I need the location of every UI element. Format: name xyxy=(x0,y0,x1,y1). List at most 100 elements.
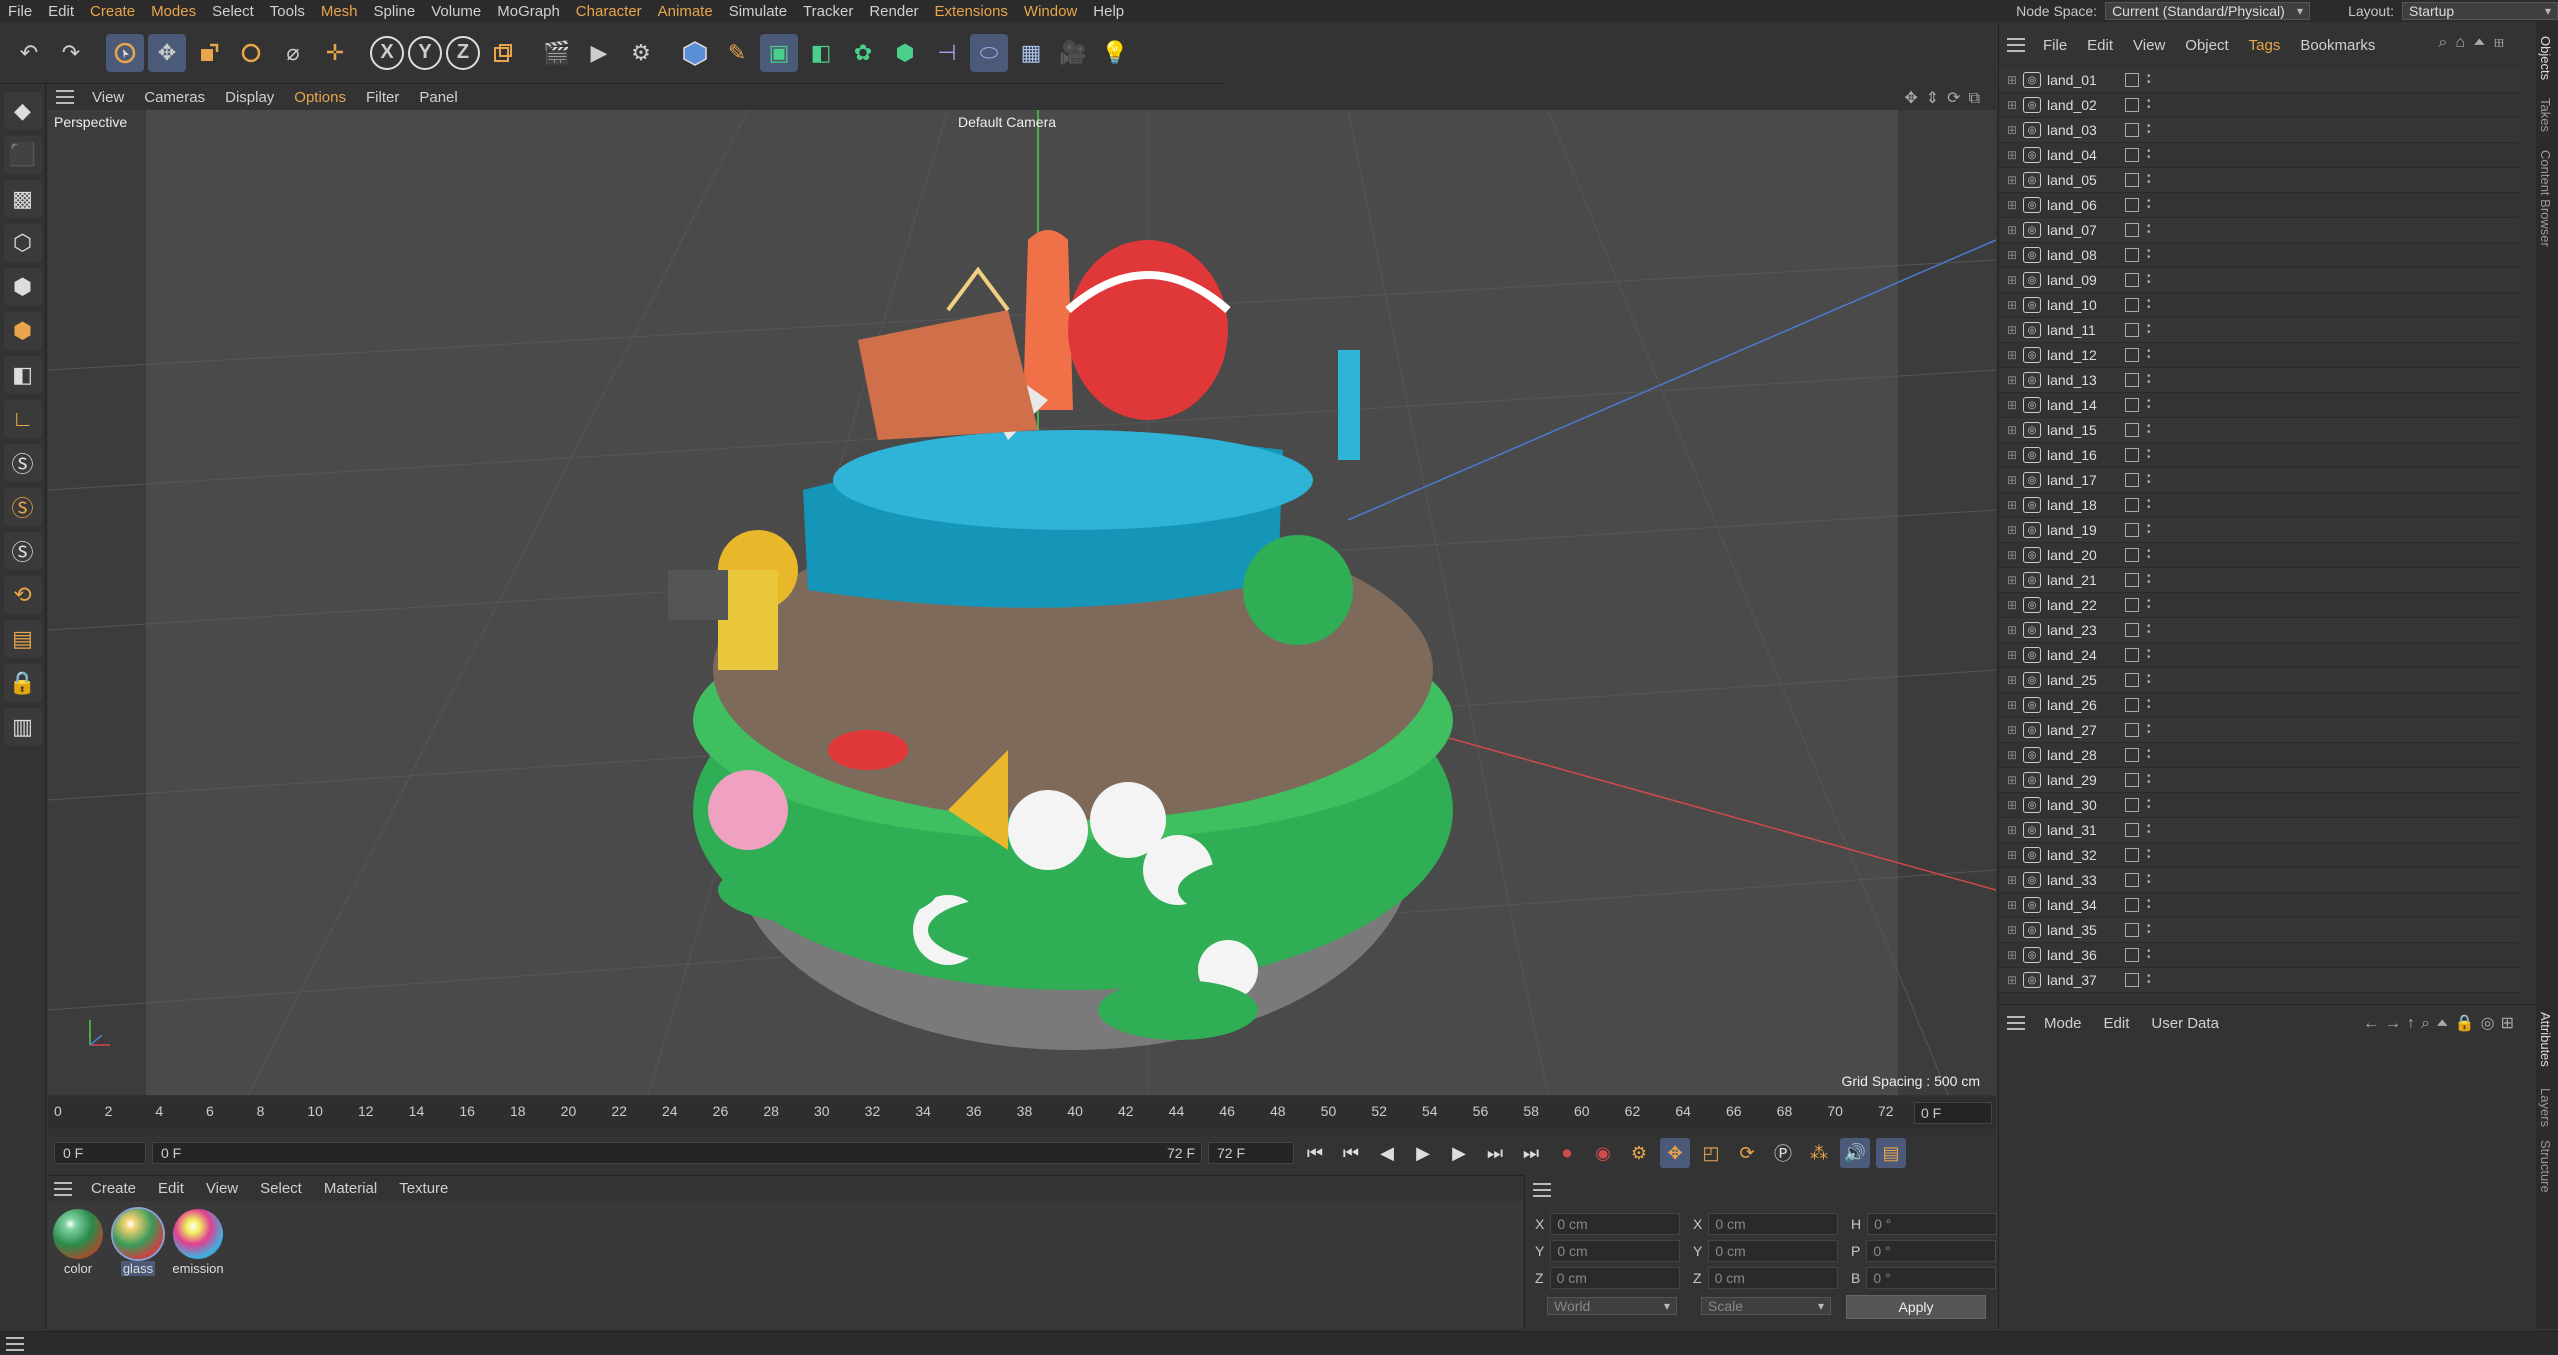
object-menu-tags[interactable]: Tags xyxy=(2241,37,2289,54)
material-emission[interactable]: emission xyxy=(170,1209,226,1276)
z-axis-lock-icon[interactable]: Z xyxy=(446,35,480,70)
object-row[interactable]: ⊞ ◎ land_21 • • xyxy=(1999,568,2519,593)
visibility-checkbox-icon[interactable] xyxy=(2125,648,2139,662)
object-row[interactable]: ⊞ ◎ land_04 • • xyxy=(1999,143,2519,168)
visibility-dots-icon[interactable]: • • xyxy=(2147,872,2153,888)
go-to-end-icon[interactable]: ⏭ xyxy=(1516,1138,1546,1168)
object-menu-view[interactable]: View xyxy=(2125,37,2173,54)
object-row[interactable]: ⊞ ◎ land_31 • • xyxy=(1999,818,2519,843)
menu-mograph[interactable]: MoGraph xyxy=(489,3,568,20)
object-name[interactable]: land_26 xyxy=(2047,697,2111,713)
menu-create[interactable]: Create xyxy=(82,3,143,20)
object-row[interactable]: ⊞ ◎ land_32 • • xyxy=(1999,843,2519,868)
visibility-dots-icon[interactable]: • • xyxy=(2147,672,2153,688)
record-icon[interactable]: ⏺ xyxy=(1552,1138,1582,1168)
object-name[interactable]: land_01 xyxy=(2047,72,2111,88)
object-name[interactable]: land_19 xyxy=(2047,522,2111,538)
viewport-menu-options[interactable]: Options xyxy=(286,89,354,106)
render-picture-viewer-icon[interactable]: ▶ xyxy=(580,34,618,72)
expand-icon[interactable]: ⊞ xyxy=(2007,598,2019,612)
attribute-nav-icons[interactable]: ←→↑⌕⏶🔒◎⊞ xyxy=(2363,1013,2520,1033)
texture-mode-icon[interactable]: ▩ xyxy=(3,180,42,218)
visibility-dots-icon[interactable]: • • xyxy=(2147,222,2153,238)
visibility-dots-icon[interactable]: • • xyxy=(2147,197,2153,213)
end-frame-field[interactable]: 72 F xyxy=(1208,1142,1294,1164)
coordinate-system-icon[interactable] xyxy=(484,34,522,72)
expand-icon[interactable]: ⊞ xyxy=(2007,448,2019,462)
object-name[interactable]: land_20 xyxy=(2047,547,2111,563)
object-row[interactable]: ⊞ ◎ land_26 • • xyxy=(1999,693,2519,718)
object-row[interactable]: ⊞ ◎ land_16 • • xyxy=(1999,443,2519,468)
keyframe-selection-icon[interactable]: ⚙ xyxy=(1624,1138,1654,1168)
visibility-checkbox-icon[interactable] xyxy=(2125,798,2139,812)
expand-icon[interactable]: ⊞ xyxy=(2007,273,2019,287)
object-row[interactable]: ⊞ ◎ land_11 • • xyxy=(1999,318,2519,343)
go-to-start-icon[interactable]: ⏮ xyxy=(1300,1138,1330,1168)
visibility-checkbox-icon[interactable] xyxy=(2125,73,2139,87)
status-menu-icon[interactable] xyxy=(6,1337,24,1351)
object-row[interactable]: ⊞ ◎ land_37 • • xyxy=(1999,968,2519,993)
visibility-dots-icon[interactable]: • • xyxy=(2147,497,2153,513)
object-name[interactable]: land_25 xyxy=(2047,672,2111,688)
visibility-checkbox-icon[interactable] xyxy=(2125,623,2139,637)
coord-size-x-field[interactable]: 0 cm xyxy=(1708,1213,1839,1235)
menu-window[interactable]: Window xyxy=(1016,3,1085,20)
menu-spline[interactable]: Spline xyxy=(366,3,424,20)
planar-workplane-icon[interactable]: ▥ xyxy=(3,708,42,746)
live-selection-icon[interactable] xyxy=(106,33,144,72)
object-row[interactable]: ⊞ ◎ land_14 • • xyxy=(1999,393,2519,418)
layout-dropdown[interactable]: Startup xyxy=(2402,2,2558,20)
object-row[interactable]: ⊞ ◎ land_27 • • xyxy=(1999,718,2519,743)
expand-icon[interactable]: ⊞ xyxy=(2007,798,2019,812)
viewport-menu-display[interactable]: Display xyxy=(217,89,282,106)
visibility-checkbox-icon[interactable] xyxy=(2125,398,2139,412)
lock-workplane-icon[interactable]: 🔒 xyxy=(3,664,42,702)
axis-mode-icon[interactable]: ∟ xyxy=(3,400,42,438)
rotate-icon[interactable] xyxy=(232,34,270,72)
material-menu-create[interactable]: Create xyxy=(82,1180,145,1197)
expand-icon[interactable]: ⊞ xyxy=(2007,298,2019,312)
visibility-checkbox-icon[interactable] xyxy=(2125,548,2139,562)
visibility-dots-icon[interactable]: • • xyxy=(2147,972,2153,988)
side-tab-structure[interactable]: Structure xyxy=(2538,1140,2553,1193)
object-row[interactable]: ⊞ ◎ land_02 • • xyxy=(1999,93,2519,118)
visibility-checkbox-icon[interactable] xyxy=(2125,348,2139,362)
viewport-menu-cameras[interactable]: Cameras xyxy=(136,89,213,106)
object-menu-file[interactable]: File xyxy=(2035,37,2075,54)
visibility-checkbox-icon[interactable] xyxy=(2125,823,2139,837)
extrude-icon[interactable]: ◧ xyxy=(802,34,840,72)
viewport-menu-panel[interactable]: Panel xyxy=(411,89,465,106)
expand-icon[interactable]: ⊞ xyxy=(2007,248,2019,262)
solo-hierarchy-icon[interactable]: Ⓢ xyxy=(3,488,42,526)
object-name[interactable]: land_33 xyxy=(2047,872,2111,888)
visibility-dots-icon[interactable]: • • xyxy=(2147,772,2153,788)
visibility-dots-icon[interactable]: • • xyxy=(2147,472,2153,488)
expand-icon[interactable]: ⊞ xyxy=(2007,423,2019,437)
visibility-dots-icon[interactable]: • • xyxy=(2147,422,2153,438)
side-tab-content-browser[interactable]: Content Browser xyxy=(2538,150,2553,247)
expand-icon[interactable]: ⊞ xyxy=(2007,723,2019,737)
object-name[interactable]: land_34 xyxy=(2047,897,2111,913)
object-name[interactable]: land_04 xyxy=(2047,147,2111,163)
expand-icon[interactable]: ⊞ xyxy=(2007,548,2019,562)
visibility-dots-icon[interactable]: • • xyxy=(2147,922,2153,938)
transform-icon[interactable]: ✛ xyxy=(316,34,354,72)
visibility-checkbox-icon[interactable] xyxy=(2125,973,2139,987)
visibility-dots-icon[interactable]: • • xyxy=(2147,822,2153,838)
visibility-dots-icon[interactable]: • • xyxy=(2147,297,2153,313)
coord-pos-z-field[interactable]: 0 cm xyxy=(1549,1267,1680,1289)
object-row[interactable]: ⊞ ◎ land_24 • • xyxy=(1999,643,2519,668)
object-row[interactable]: ⊞ ◎ land_30 • • xyxy=(1999,793,2519,818)
visibility-dots-icon[interactable]: • • xyxy=(2147,797,2153,813)
visibility-checkbox-icon[interactable] xyxy=(2125,773,2139,787)
object-manager-search-icons[interactable]: ⌕⌂⏶⊞ xyxy=(2438,34,2512,52)
next-key-icon[interactable]: ⏭ xyxy=(1480,1138,1510,1168)
visibility-dots-icon[interactable]: • • xyxy=(2147,397,2153,413)
visibility-checkbox-icon[interactable] xyxy=(2125,748,2139,762)
object-name[interactable]: land_13 xyxy=(2047,372,2111,388)
expand-icon[interactable]: ⊞ xyxy=(2007,823,2019,837)
3d-viewport[interactable]: Perspective Default Camera Grid Spacing … xyxy=(48,110,1996,1095)
move-icon[interactable]: ✥ xyxy=(148,33,186,72)
menu-animate[interactable]: Animate xyxy=(650,3,721,20)
side-tab-takes[interactable]: Takes xyxy=(2538,98,2553,132)
